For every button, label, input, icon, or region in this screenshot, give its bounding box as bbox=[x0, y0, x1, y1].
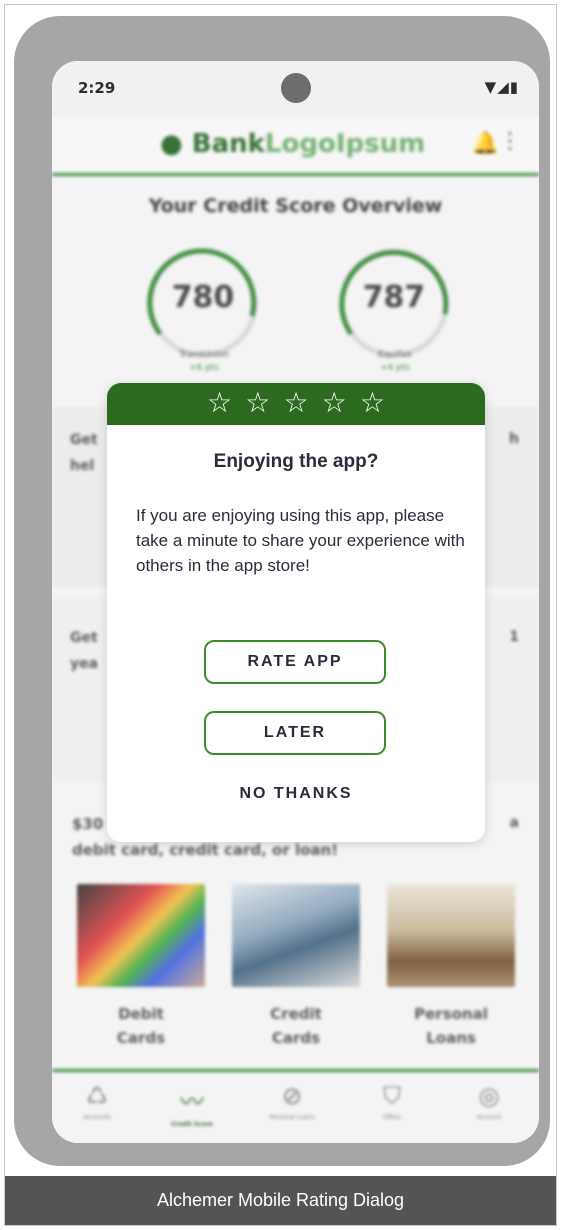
star-5-icon[interactable]: ☆ bbox=[360, 386, 385, 420]
dialog-body: If you are enjoying using this app, plea… bbox=[136, 506, 465, 575]
star-4-icon[interactable]: ☆ bbox=[322, 386, 347, 420]
star-rating: ☆ ☆ ☆ ☆ ☆ bbox=[107, 386, 485, 420]
rate-app-button[interactable]: RATE APP bbox=[204, 640, 386, 684]
dialog-title: Enjoying the app? bbox=[213, 451, 379, 472]
phone-mockup: 2:29 ▼◢▮ ● BankLogoIpsum 🔔 ⋮ Your Credit… bbox=[14, 16, 550, 1166]
caption-bar: Alchemer Mobile Rating Dialog bbox=[5, 1176, 556, 1225]
caption-text: Alchemer Mobile Rating Dialog bbox=[156, 1190, 405, 1210]
phone-screen: 2:29 ▼◢▮ ● BankLogoIpsum 🔔 ⋮ Your Credit… bbox=[52, 61, 539, 1143]
rating-dialog: ☆ ☆ ☆ ☆ ☆ Enjoying the app? If you are e… bbox=[107, 383, 485, 842]
dialog-header: ☆ ☆ ☆ ☆ ☆ bbox=[107, 383, 485, 425]
no-thanks-button[interactable]: NO THANKS bbox=[107, 785, 485, 803]
star-2-icon[interactable]: ☆ bbox=[245, 386, 270, 420]
star-3-icon[interactable]: ☆ bbox=[283, 386, 308, 420]
star-1-icon[interactable]: ☆ bbox=[207, 386, 232, 420]
later-button[interactable]: LATER bbox=[204, 711, 386, 755]
